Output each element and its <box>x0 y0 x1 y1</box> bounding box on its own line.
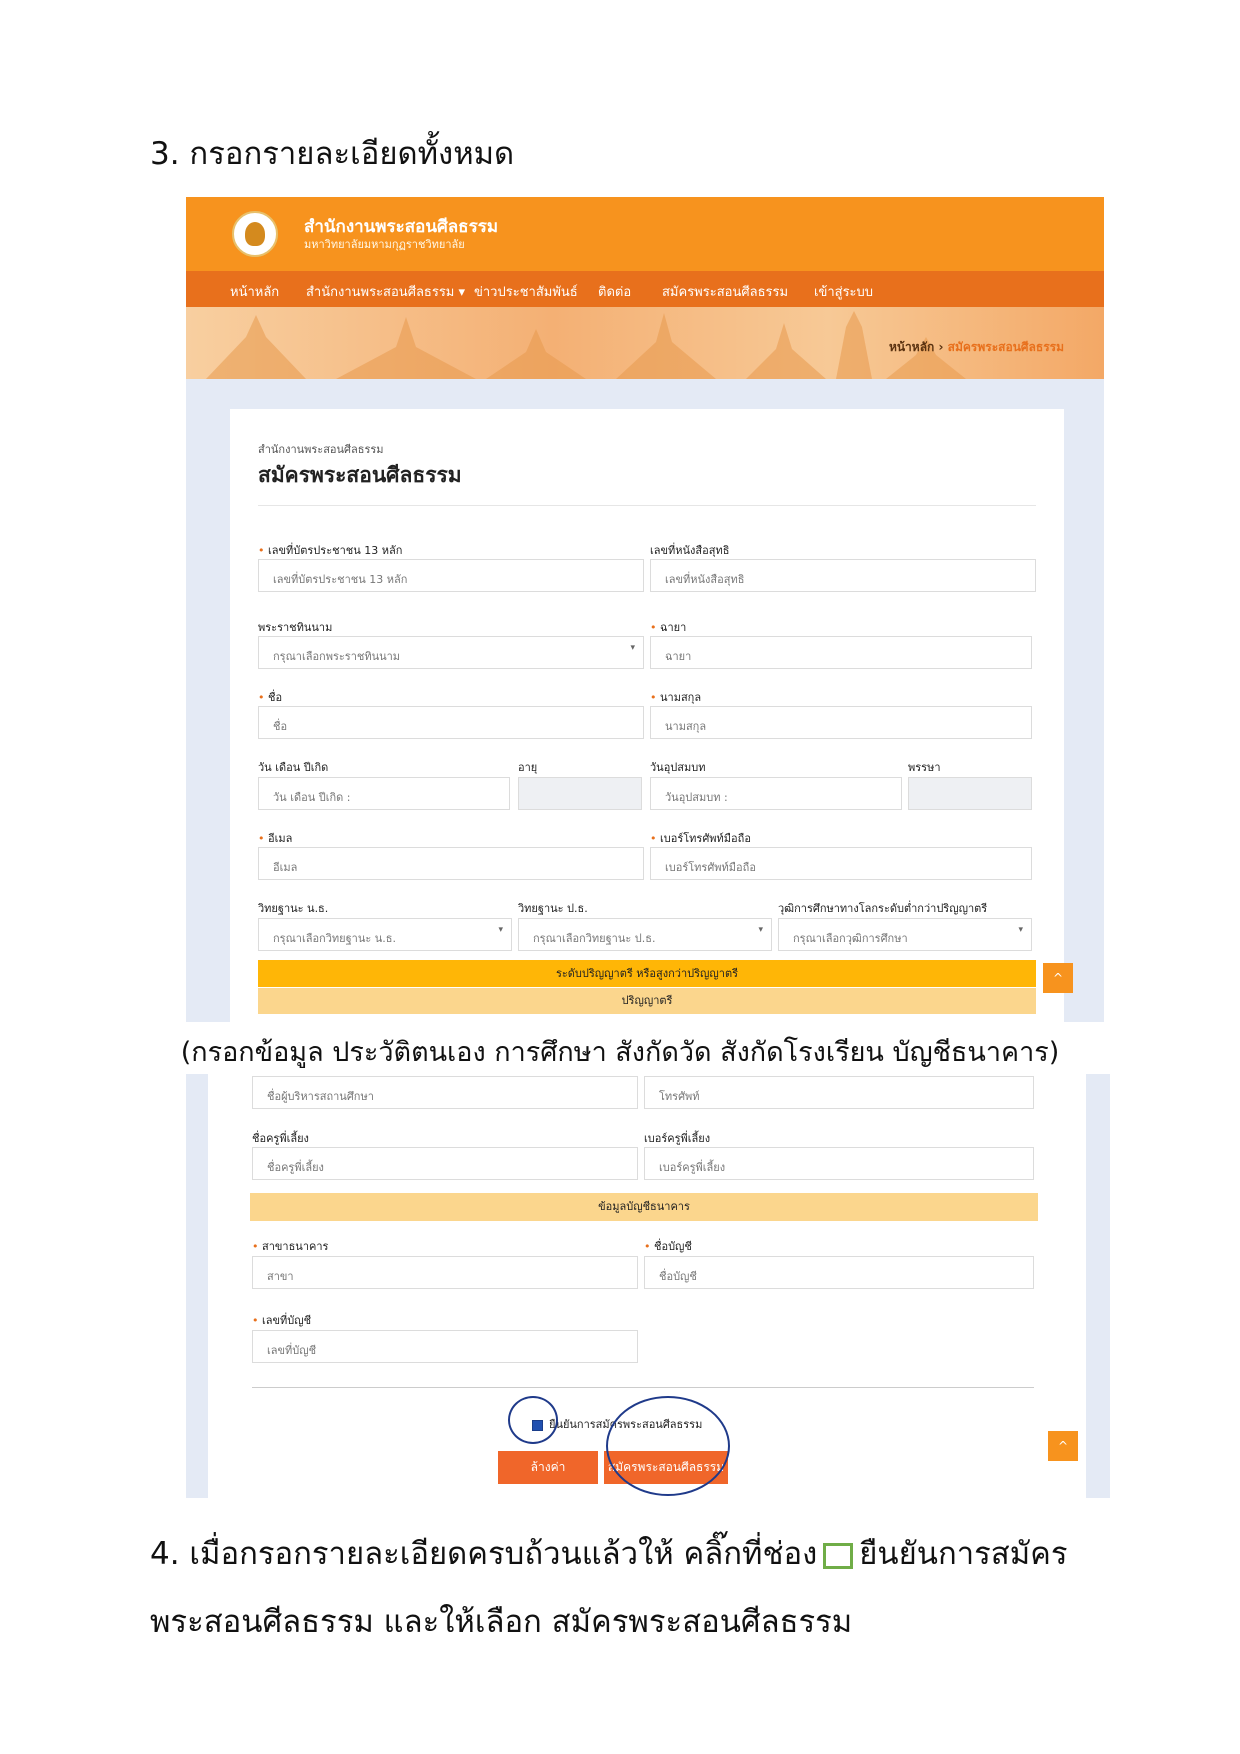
form-screenshot-bottom: ชื่อผู้บริหารสถานศึกษา โทรศัพท์ ชื่อครูพ… <box>186 1074 1110 1498</box>
nav-news[interactable]: ข่าวประชาสัมพันธ์ <box>474 281 578 302</box>
breadcrumb-current: สมัครพระสอนศีลธรรม <box>947 340 1064 354</box>
account-number-input[interactable]: เลขที่บัญชี <box>252 1330 638 1363</box>
registration-card: สำนักงานพระสอนศีลธรรม สมัครพระสอนศีลธรรม… <box>230 409 1064 1022</box>
bank-branch-label: • สาขาธนาคาร <box>252 1240 329 1253</box>
pt-level-label: วิทยฐานะ ป.ธ. <box>518 902 588 915</box>
ordination-date-label: วันอุปสมบท <box>650 761 706 774</box>
form-heading: สมัครพระสอนศีลธรรม <box>258 463 462 487</box>
highlight-circle-submit <box>606 1396 730 1496</box>
vassa-field <box>908 777 1032 810</box>
phone-label: • เบอร์โทรศัพท์มือถือ <box>650 832 751 845</box>
nt-level-label: วิทยฐานะ น.ธ. <box>258 902 329 915</box>
vassa-label: พรรษา <box>908 761 941 774</box>
scroll-top-button[interactable]: ^ <box>1048 1431 1078 1461</box>
account-name-input[interactable]: ชื่อบัญชี <box>644 1256 1034 1289</box>
scroll-top-button[interactable]: ^ <box>1043 963 1073 993</box>
dob-label: วัน เดือน ปีเกิด <box>258 761 329 774</box>
dob-input[interactable]: วัน เดือน ปีเกิด : <box>258 777 510 810</box>
id-card-label: • เลขที่บัตรประชาชน 13 หลัก <box>258 544 403 557</box>
breadcrumb-home[interactable]: หน้าหลัก <box>889 340 934 354</box>
site-header: สำนักงานพระสอนศีลธรรม มหาวิทยาลัยมหามกุฏ… <box>186 197 1104 271</box>
age-field <box>518 777 642 810</box>
education-label: วุฒิการศึกษาทางโลกระดับต่ำกว่าปริญญาตรี <box>778 902 988 915</box>
form-screenshot-top: สำนักงานพระสอนศีลธรรม มหาวิทยาลัยมหามกุฏ… <box>186 197 1104 1022</box>
step-4-line-1: 4. เมื่อกรอกรายละเอียดครบถ้วนแล้วให้ คลิ… <box>150 1536 1068 1572</box>
form-org-label: สำนักงานพระสอนศีลธรรม <box>258 443 384 456</box>
ordination-date-input[interactable]: วันอุปสมบท : <box>650 777 902 810</box>
main-nav: หน้าหลัก สำนักงานพระสอนศีลธรรม ▾ ข่าวประ… <box>186 271 1104 307</box>
nav-home[interactable]: หน้าหลัก <box>230 281 279 302</box>
nav-login[interactable]: เข้าสู่ระบบ <box>814 281 873 302</box>
nav-register[interactable]: สมัครพระสอนศีลธรรม <box>662 281 788 302</box>
degree-section-bar: ระดับปริญญาตรี หรือสูงกว่าปริญญาตรี <box>258 960 1036 987</box>
clear-button[interactable]: ล้างค่า <box>498 1451 598 1484</box>
pt-level-select[interactable]: กรุณาเลือกวิทยฐานะ ป.ธ. <box>518 918 772 951</box>
registration-card-bottom: ชื่อผู้บริหารสถานศึกษา โทรศัพท์ ชื่อครูพ… <box>208 1074 1086 1498</box>
bank-section-bar: ข้อมูลบัญชีธนาคาร <box>250 1193 1038 1221</box>
email-input[interactable]: อีเมล <box>258 847 644 880</box>
nav-office[interactable]: สำนักงานพระสอนศีลธรรม ▾ <box>306 281 465 302</box>
site-subtitle: มหาวิทยาลัยมหามกุฏราชวิทยาลัย <box>304 238 465 251</box>
education-select[interactable]: กรุณาเลือกวุฒิการศึกษา <box>778 918 1032 951</box>
university-logo-icon <box>232 211 278 257</box>
phone-input[interactable]: เบอร์โทรศัพท์มือถือ <box>650 847 1032 880</box>
age-label: อายุ <box>518 761 538 774</box>
temple-banner: หน้าหลัก › สมัครพระสอนศีลธรรม <box>186 307 1104 379</box>
mentor-phone-label: เบอร์ครูพี่เลี้ยง <box>644 1132 711 1145</box>
surname-input[interactable]: นามสกุล <box>650 706 1032 739</box>
first-name-label: • ชื่อ <box>258 691 283 704</box>
first-name-input[interactable]: ชื่อ <box>258 706 644 739</box>
email-label: • อีเมล <box>258 832 293 845</box>
royal-title-select[interactable]: กรุณาเลือกพระราชทินนาม <box>258 636 644 669</box>
account-number-label: • เลขที่บัญชี <box>252 1314 312 1327</box>
id-card-input[interactable]: เลขที่บัตรประชาชน 13 หลัก <box>258 559 644 592</box>
mentor-label: ชื่อครูพี่เลี้ยง <box>252 1132 309 1145</box>
nt-level-select[interactable]: กรุณาเลือกวิทยฐานะ น.ธ. <box>258 918 512 951</box>
certificate-input[interactable]: เลขที่หนังสือสุทธิ <box>650 559 1036 592</box>
monk-name-label: • ฉายา <box>650 621 687 634</box>
step-3-heading: 3. กรอกรายละเอียดทั้งหมด <box>150 136 515 172</box>
surname-label: • นามสกุล <box>650 691 702 704</box>
school-phone-input[interactable]: โทรศัพท์ <box>644 1076 1034 1109</box>
principal-input[interactable]: ชื่อผู้บริหารสถานศึกษา <box>252 1076 638 1109</box>
divider <box>252 1387 1034 1388</box>
highlight-circle-checkbox <box>508 1396 558 1444</box>
breadcrumb: หน้าหลัก › สมัครพระสอนศีลธรรม <box>889 338 1064 357</box>
monk-name-input[interactable]: ฉายา <box>650 636 1032 669</box>
nav-contact[interactable]: ติดต่อ <box>598 281 631 302</box>
step-4-line-2: พระสอนศีลธรรม และให้เลือก สมัครพระสอนศีล… <box>150 1604 853 1640</box>
account-name-label: • ชื่อบัญชี <box>644 1240 692 1253</box>
checkbox-symbol-icon <box>823 1542 854 1569</box>
breadcrumb-separator: › <box>938 340 944 354</box>
bank-branch-input[interactable]: สาขา <box>252 1256 638 1289</box>
mentor-phone-input[interactable]: เบอร์ครูพี่เลี้ยง <box>644 1147 1034 1180</box>
mentor-input[interactable]: ชื่อครูพี่เลี้ยง <box>252 1147 638 1180</box>
caption-text: (กรอกข้อมูล ประวัติตนเอง การศึกษา สังกัด… <box>180 1037 1060 1068</box>
bachelor-section-bar: ปริญญาตรี <box>258 988 1036 1014</box>
divider <box>258 505 1036 506</box>
certificate-label: เลขที่หนังสือสุทธิ <box>650 544 730 557</box>
royal-title-label: พระราชทินนาม <box>258 621 333 634</box>
